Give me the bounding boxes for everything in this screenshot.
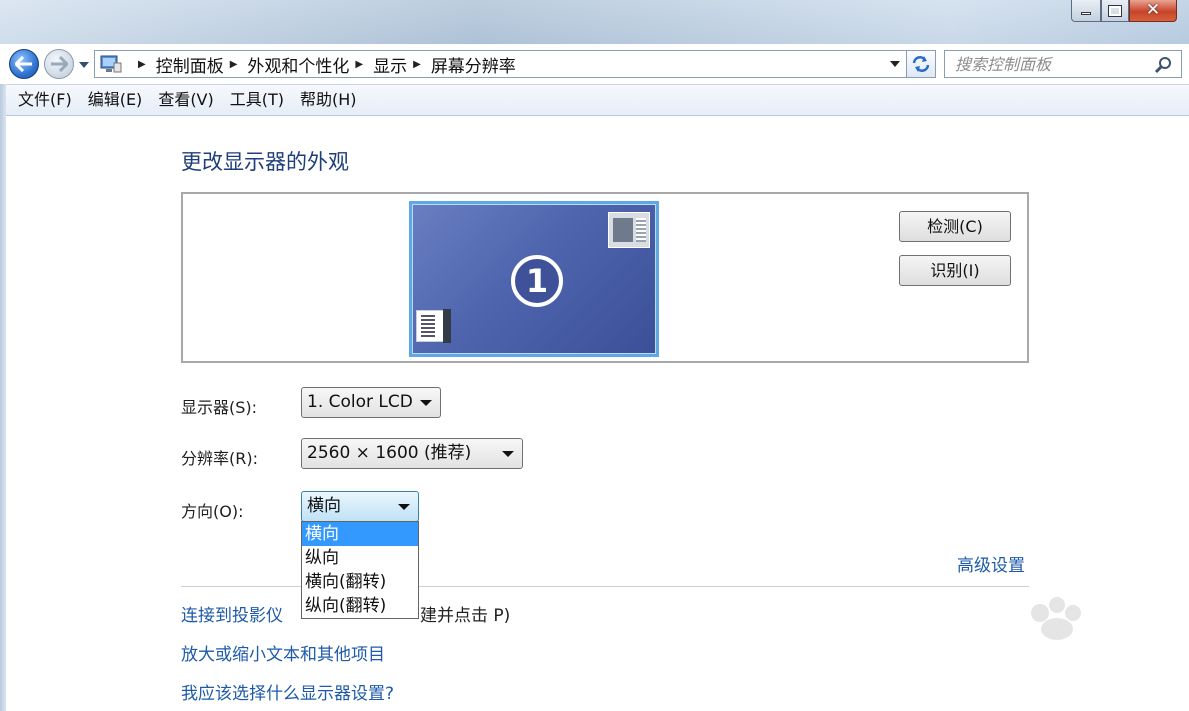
menu-view[interactable]: 查看(V) — [150, 86, 221, 114]
resize-text-link[interactable]: 放大或缩小文本和其他项目 — [181, 640, 385, 665]
address-bar[interactable]: ▶ 控制面板 ▶ 外观和个性化 ▶ 显示 ▶ 屏幕分辨率 — [94, 50, 907, 78]
forward-arrow-icon — [51, 56, 68, 72]
breadcrumb-separator-icon[interactable]: ▶ — [230, 59, 238, 70]
which-display-settings-link[interactable]: 我应该选择什么显示器设置? — [181, 679, 394, 704]
orientation-select[interactable]: 横向 — [301, 491, 419, 522]
display-label: 显示器(S): — [181, 398, 258, 417]
recent-pages-dropdown[interactable] — [77, 58, 91, 70]
monitor-document-icon — [416, 309, 451, 343]
breadcrumb-control-panel[interactable]: 控制面板 — [156, 52, 224, 77]
control-panel-icon — [100, 55, 122, 73]
monitor-window-icon — [608, 212, 650, 248]
minimize-icon — [1081, 12, 1091, 15]
window-titlebar — [0, 0, 1189, 44]
display-select-value: 1. Color LCD — [307, 392, 413, 412]
projector-shortcut-hint: 建并点击 P) — [420, 606, 511, 626]
search-box[interactable] — [944, 50, 1182, 78]
watermark-logo-icon — [1031, 597, 1081, 640]
refresh-icon — [912, 56, 930, 72]
chevron-down-icon[interactable] — [890, 60, 900, 68]
back-button[interactable] — [9, 49, 39, 79]
maximize-button[interactable] — [1101, 0, 1129, 22]
resolution-select[interactable]: 2560 × 1600 (推荐) — [301, 438, 523, 469]
orientation-option-landscape[interactable]: 横向 — [302, 522, 418, 546]
advanced-settings-link[interactable]: 高级设置 — [957, 551, 1025, 576]
display-preview: 1 检测(C) 识别(I) — [181, 192, 1029, 363]
menu-tools[interactable]: 工具(T) — [222, 86, 292, 114]
orientation-option-portrait-flipped[interactable]: 纵向(翻转) — [302, 594, 418, 618]
breadcrumb-separator-icon[interactable]: ▶ — [138, 59, 146, 70]
breadcrumb-display[interactable]: 显示 — [373, 52, 407, 77]
orientation-dropdown-list: 横向 纵向 横向(翻转) 纵向(翻转) — [301, 521, 419, 619]
menu-edit[interactable]: 编辑(E) — [80, 86, 151, 114]
orientation-select-value: 横向 — [307, 496, 341, 516]
maximize-icon — [1108, 4, 1122, 17]
search-input[interactable] — [955, 54, 1155, 74]
menu-help[interactable]: 帮助(H) — [292, 86, 365, 114]
monitor-number-badge: 1 — [511, 255, 563, 307]
chevron-down-icon — [420, 400, 432, 406]
caption-buttons: ✕ — [1071, 0, 1177, 30]
orientation-label: 方向(O): — [181, 502, 244, 521]
resolution-select-value: 2560 × 1600 (推荐) — [307, 443, 472, 463]
breadcrumb: ▶ 控制面板 ▶ 外观和个性化 ▶ 显示 ▶ 屏幕分辨率 — [132, 52, 516, 77]
forward-button[interactable] — [44, 49, 74, 79]
detect-button[interactable]: 检测(C) — [899, 211, 1011, 242]
connect-projector-link[interactable]: 连接到投影仪 — [181, 601, 283, 626]
chevron-down-icon — [398, 504, 410, 510]
menu-bar: 文件(F) 编辑(E) 查看(V) 工具(T) 帮助(H) — [6, 84, 1189, 116]
close-button[interactable]: ✕ — [1129, 0, 1177, 22]
refresh-button[interactable] — [906, 50, 936, 78]
resolution-label: 分辨率(R): — [181, 449, 258, 468]
minimize-button[interactable] — [1071, 0, 1101, 22]
orientation-option-portrait[interactable]: 纵向 — [302, 546, 418, 570]
identify-button[interactable]: 识别(I) — [899, 255, 1011, 286]
page-title: 更改显示器的外观 — [181, 150, 349, 174]
back-arrow-icon — [15, 56, 32, 72]
chevron-down-icon — [502, 451, 514, 457]
close-icon: ✕ — [1145, 0, 1161, 20]
breadcrumb-separator-icon[interactable]: ▶ — [355, 59, 363, 70]
search-icon[interactable] — [1155, 56, 1173, 74]
breadcrumb-separator-icon[interactable]: ▶ — [413, 59, 421, 70]
breadcrumb-appearance[interactable]: 外观和个性化 — [247, 52, 349, 77]
monitor-thumbnail[interactable]: 1 — [409, 201, 659, 357]
breadcrumb-screen-resolution[interactable]: 屏幕分辨率 — [431, 52, 516, 77]
navigation-bar: ▶ 控制面板 ▶ 外观和个性化 ▶ 显示 ▶ 屏幕分辨率 — [0, 44, 1189, 84]
display-select[interactable]: 1. Color LCD — [301, 387, 441, 418]
orientation-option-landscape-flipped[interactable]: 横向(翻转) — [302, 570, 418, 594]
menu-file[interactable]: 文件(F) — [10, 86, 80, 114]
